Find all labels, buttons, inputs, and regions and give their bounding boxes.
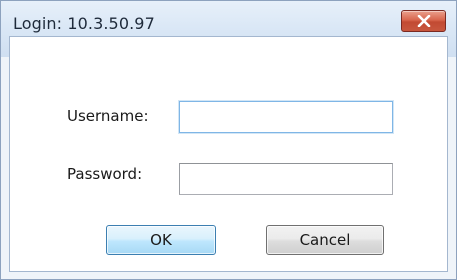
close-button[interactable] (401, 10, 446, 32)
login-dialog: Login: 10.3.50.97 Username: Password: OK… (0, 0, 457, 280)
password-input[interactable] (179, 163, 393, 195)
cancel-button[interactable]: Cancel (266, 225, 384, 255)
ok-button[interactable]: OK (106, 225, 216, 255)
dialog-content: Username: Password: OK Cancel (9, 36, 448, 272)
close-icon (417, 15, 430, 27)
username-label: Username: (67, 107, 149, 125)
password-label: Password: (67, 165, 143, 183)
username-input[interactable] (179, 101, 393, 133)
window-title: Login: 10.3.50.97 (13, 14, 155, 33)
